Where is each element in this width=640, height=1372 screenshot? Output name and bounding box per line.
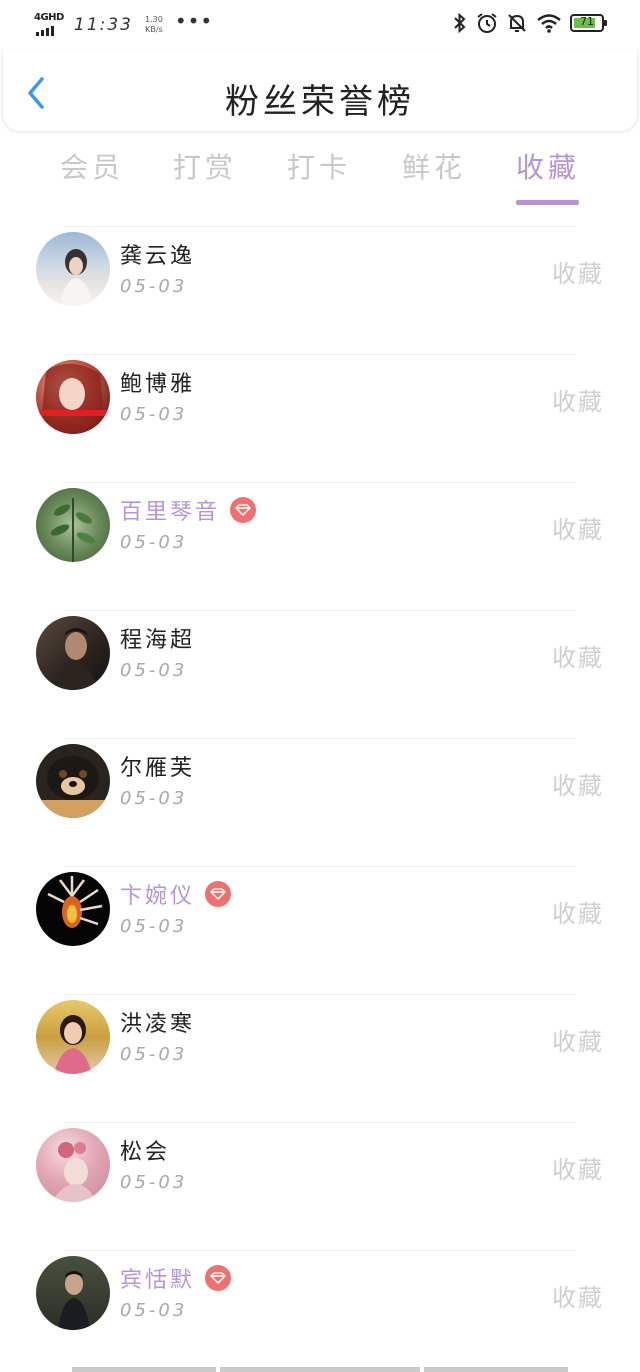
tab-bar: 会员 打赏 打卡 鲜花 收藏 xyxy=(0,146,640,208)
vip-diamond-icon xyxy=(230,497,257,523)
avatar[interactable] xyxy=(36,232,110,306)
list-item[interactable]: 龚云逸 05-03 收藏 xyxy=(0,226,640,354)
list-item[interactable]: 宾恬默 05-03 收藏 xyxy=(0,1250,640,1372)
divider xyxy=(64,738,576,739)
divider xyxy=(64,1250,576,1251)
divider xyxy=(64,226,576,227)
favorite-label: 收藏 xyxy=(552,644,604,672)
vip-diamond-icon xyxy=(205,1265,232,1291)
avatar[interactable] xyxy=(36,1256,110,1330)
fan-date: 05-03 xyxy=(120,1172,188,1193)
list-item[interactable]: 尔雁芙 05-03 收藏 xyxy=(0,738,640,866)
avatar[interactable] xyxy=(36,1000,110,1074)
divider xyxy=(64,482,576,483)
avatar[interactable] xyxy=(36,488,110,562)
fan-date: 05-03 xyxy=(120,404,188,425)
tab-favorites[interactable]: 收藏 xyxy=(503,146,593,186)
favorite-label: 收藏 xyxy=(552,1028,604,1056)
favorite-label: 收藏 xyxy=(552,1156,604,1184)
fan-name: 洪凌寒 xyxy=(120,1012,196,1037)
divider xyxy=(64,866,576,867)
list-item[interactable]: 松会 05-03 收藏 xyxy=(0,1122,640,1250)
favorite-label: 收藏 xyxy=(552,516,604,544)
divider xyxy=(64,994,576,995)
fan-date: 05-03 xyxy=(120,1300,188,1321)
fan-name: 百里琴音 xyxy=(120,500,221,525)
tab-member[interactable]: 会员 xyxy=(47,146,137,186)
more-notifications-icon: ••• xyxy=(174,9,214,33)
fan-name: 鲍博雅 xyxy=(120,372,196,397)
favorite-label: 收藏 xyxy=(552,772,604,800)
fan-name: 卞婉仪 xyxy=(120,884,196,909)
vip-diamond-icon xyxy=(205,881,232,907)
list-item[interactable]: 程海超 05-03 收藏 xyxy=(0,610,640,738)
fan-date: 05-03 xyxy=(120,1044,188,1065)
network-indicator: 4GHD xyxy=(34,12,64,38)
favorite-label: 收藏 xyxy=(552,388,604,416)
avatar[interactable] xyxy=(36,872,110,946)
status-time: 11:33 xyxy=(74,15,133,35)
bluetooth-icon xyxy=(454,12,466,34)
list-item[interactable]: 卞婉仪 05-03 收藏 xyxy=(0,866,640,994)
tab-checkin[interactable]: 打卡 xyxy=(274,146,364,186)
tab-flowers[interactable]: 鲜花 xyxy=(389,146,479,186)
status-bar: 4GHD 11:33 1.30 KB/s ••• 71 xyxy=(0,0,640,50)
divider xyxy=(64,354,576,355)
alarm-icon xyxy=(477,13,497,33)
avatar[interactable] xyxy=(36,360,110,434)
favorite-label: 收藏 xyxy=(552,1284,604,1312)
fan-name: 宾恬默 xyxy=(120,1268,196,1293)
signal-icon xyxy=(36,26,54,36)
divider xyxy=(64,1122,576,1123)
fan-name: 松会 xyxy=(120,1140,171,1165)
active-tab-indicator xyxy=(516,200,579,205)
fan-name: 尔雁芙 xyxy=(120,756,196,781)
network-type: 4GHD xyxy=(34,12,64,23)
fan-date: 05-03 xyxy=(120,532,188,553)
avatar[interactable] xyxy=(36,1128,110,1202)
favorite-label: 收藏 xyxy=(552,260,604,288)
battery-icon: 71 xyxy=(570,14,607,32)
speed-unit: KB/s xyxy=(145,25,163,34)
fan-date: 05-03 xyxy=(120,660,188,681)
list-item[interactable]: 百里琴音 05-03 收藏 xyxy=(0,482,640,610)
list-item[interactable]: 洪凌寒 05-03 收藏 xyxy=(0,994,640,1122)
avatar[interactable] xyxy=(36,744,110,818)
fan-date: 05-03 xyxy=(120,916,188,937)
fan-date: 05-03 xyxy=(120,788,188,809)
speed-value: 1.30 xyxy=(145,15,163,24)
page-title: 粉丝荣誉榜 xyxy=(225,82,415,122)
fan-name: 程海超 xyxy=(120,628,196,653)
wifi-icon xyxy=(537,14,561,33)
network-speed: 1.30 KB/s xyxy=(145,15,163,35)
battery-level: 71 xyxy=(580,15,594,28)
fan-date: 05-03 xyxy=(120,276,188,297)
fan-name: 龚云逸 xyxy=(120,244,196,269)
tab-reward[interactable]: 打赏 xyxy=(160,146,250,186)
divider xyxy=(64,610,576,611)
home-indicator xyxy=(72,1367,568,1372)
avatar[interactable] xyxy=(36,616,110,690)
app-header: 粉丝荣誉榜 xyxy=(2,50,638,132)
mute-icon xyxy=(508,14,526,32)
list-item[interactable]: 鲍博雅 05-03 收藏 xyxy=(0,354,640,482)
favorite-label: 收藏 xyxy=(552,900,604,928)
